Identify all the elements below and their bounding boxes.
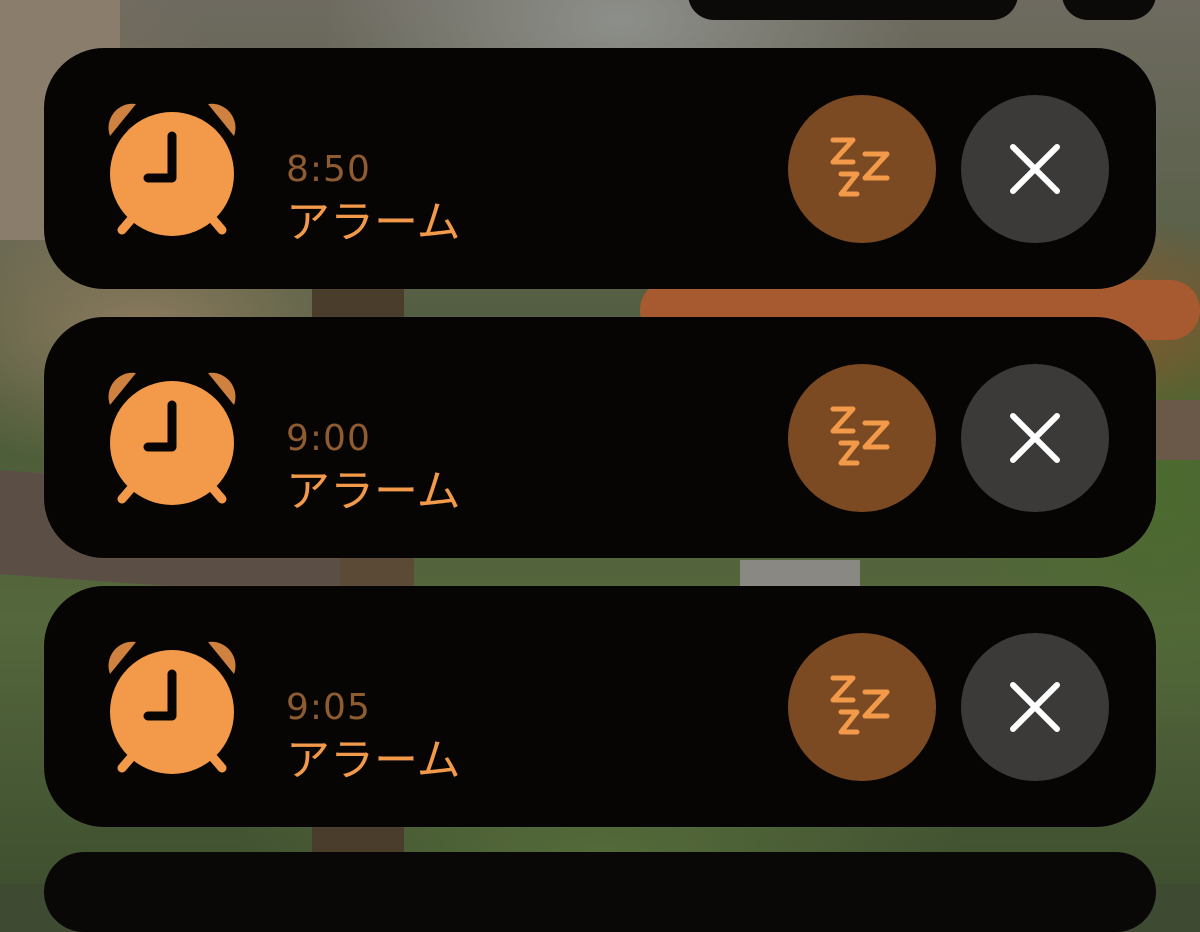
dismiss-button[interactable] xyxy=(961,95,1109,243)
snooze-zzz-icon xyxy=(827,134,897,204)
alarm-label: アラーム xyxy=(286,466,461,517)
dismiss-button[interactable] xyxy=(961,633,1109,781)
notification-peek-top-small[interactable] xyxy=(1062,0,1156,20)
notification-peek-bottom[interactable] xyxy=(44,852,1156,932)
notification-peek-top[interactable] xyxy=(688,0,1018,20)
dismiss-button[interactable] xyxy=(961,364,1109,512)
snooze-zzz-icon xyxy=(827,672,897,742)
alarm-notification[interactable]: 8:50 アラーム xyxy=(44,48,1156,289)
close-x-icon xyxy=(1005,677,1065,737)
close-x-icon xyxy=(1005,408,1065,468)
alarm-notification[interactable]: 9:05 アラーム xyxy=(44,586,1156,827)
alarm-notification-list: 8:50 アラーム 9:00 アラーム 9:05 アラーム xyxy=(44,48,1156,855)
snooze-button[interactable] xyxy=(788,633,936,781)
alarm-time: 9:00 xyxy=(286,418,371,459)
snooze-button[interactable] xyxy=(788,364,936,512)
alarm-clock-icon xyxy=(102,367,242,512)
alarm-notification[interactable]: 9:00 アラーム xyxy=(44,317,1156,558)
alarm-clock-icon xyxy=(102,636,242,781)
snooze-zzz-icon xyxy=(827,403,897,473)
alarm-time: 9:05 xyxy=(286,687,371,728)
alarm-clock-icon xyxy=(102,98,242,243)
snooze-button[interactable] xyxy=(788,95,936,243)
alarm-time: 8:50 xyxy=(286,149,371,190)
alarm-label: アラーム xyxy=(286,197,461,248)
alarm-label: アラーム xyxy=(286,735,461,786)
close-x-icon xyxy=(1005,139,1065,199)
